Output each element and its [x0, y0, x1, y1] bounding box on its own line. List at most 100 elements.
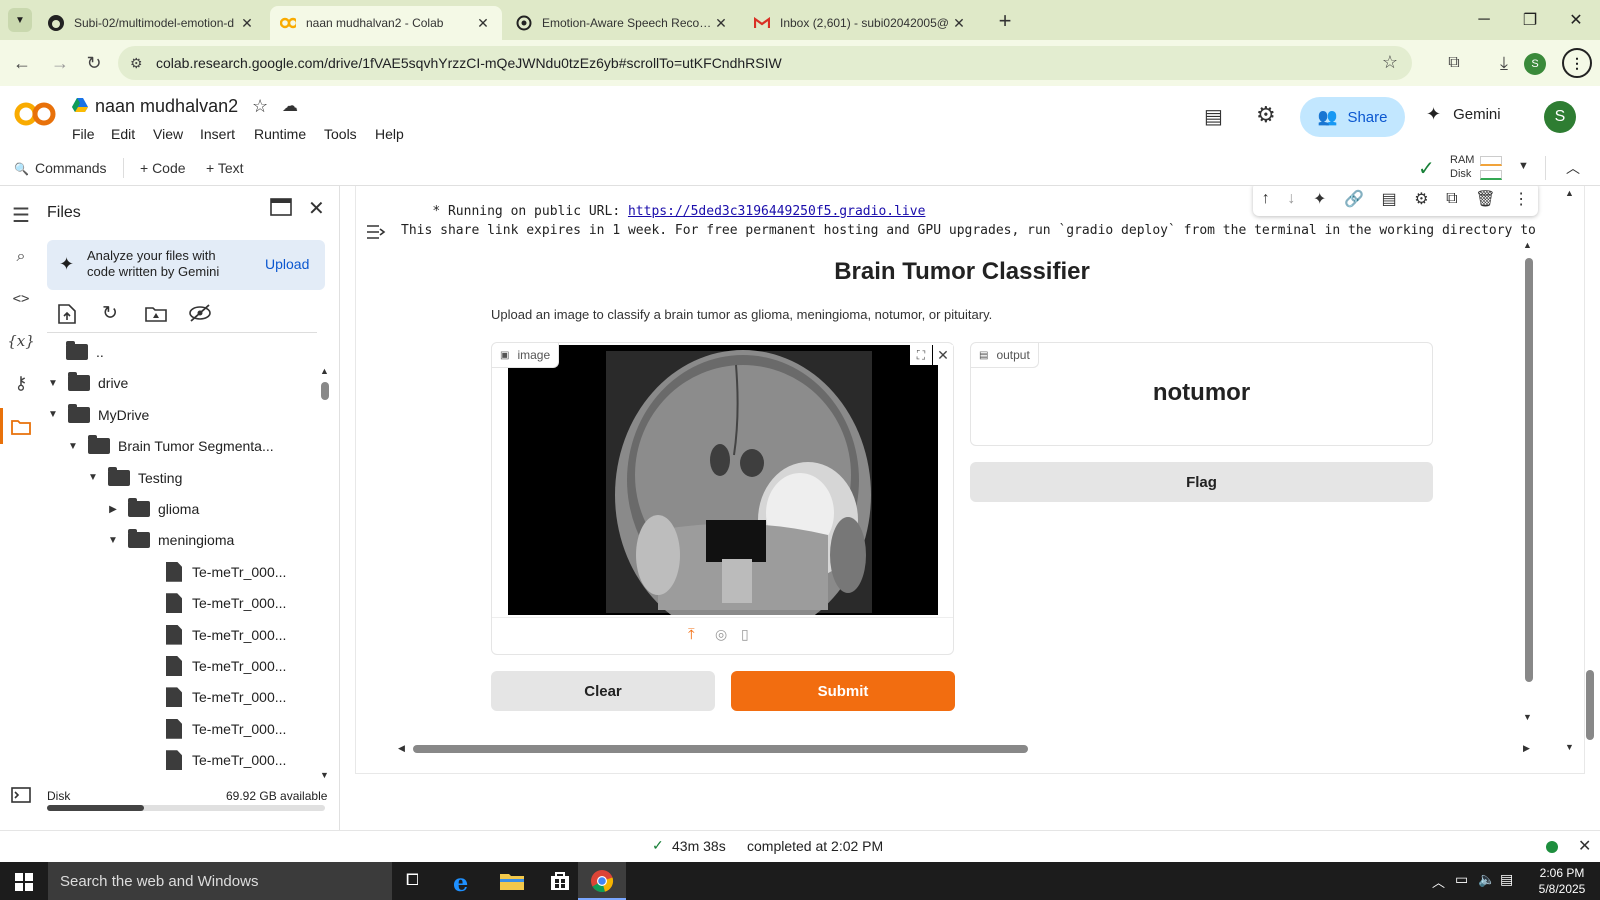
file-tree-file[interactable]: Te-meTr_000...	[166, 558, 286, 586]
table-of-contents-icon[interactable]: ☰	[8, 202, 34, 228]
file-tree-file[interactable]: Te-meTr_000...	[166, 652, 286, 680]
output-toggle-icon[interactable]	[366, 223, 386, 244]
site-info-icon[interactable]: ⚙	[130, 55, 143, 72]
download-icon[interactable]: ⤓	[1490, 49, 1518, 77]
browser-menu-icon[interactable]: ⋮	[1562, 48, 1592, 78]
resources-indicator[interactable]: RAM Disk	[1450, 154, 1502, 182]
output-scroll-right-icon[interactable]: ▶	[1523, 743, 1530, 754]
minimize-icon[interactable]: ─	[1462, 6, 1506, 34]
clear-button[interactable]: Clear	[491, 671, 715, 711]
variables-icon[interactable]: {x}	[7, 328, 35, 354]
close-tab-icon[interactable]: ✕	[474, 15, 492, 32]
menu-file[interactable]: File	[72, 126, 95, 142]
close-status-icon[interactable]: ✕	[1578, 836, 1591, 856]
file-tree-folder[interactable]: ..	[66, 338, 104, 366]
caret-right-icon[interactable]: ▶	[106, 504, 120, 515]
fullscreen-icon[interactable]: ⛶	[910, 345, 932, 365]
settings-gear-icon[interactable]: ⚙	[1414, 189, 1428, 209]
mount-drive-icon[interactable]	[145, 306, 167, 325]
comments-icon[interactable]: ▤	[1204, 104, 1223, 129]
flag-button[interactable]: Flag	[970, 462, 1433, 502]
upload-file-icon[interactable]	[58, 304, 76, 327]
extensions-icon[interactable]: ⧉	[1440, 49, 1468, 77]
output-scroll-up-icon[interactable]: ▲	[1523, 240, 1532, 250]
output-scroll-left-icon[interactable]: ◀	[398, 743, 405, 754]
browser-tab-emotion[interactable]: Emotion-Aware Speech Recogn ✕	[506, 6, 740, 40]
menu-help[interactable]: Help	[375, 126, 404, 142]
taskbar-search-box[interactable]: Search the web and Windows	[48, 862, 392, 900]
file-tree-folder[interactable]: ▶ glioma	[106, 495, 199, 523]
comment-icon[interactable]: ▤	[1382, 189, 1397, 209]
files-folder-icon[interactable]	[8, 414, 34, 440]
tray-chevron-icon[interactable]: ︿	[1432, 872, 1445, 891]
collapse-header-icon[interactable]: ︿	[1566, 158, 1580, 178]
store-icon[interactable]	[550, 871, 570, 894]
output-hscrollbar-thumb[interactable]	[413, 745, 1028, 753]
clock-time[interactable]: 2:06 PM	[1531, 866, 1593, 880]
webcam-source-icon[interactable]: ◎	[715, 626, 727, 643]
restore-icon[interactable]: ❐	[1508, 6, 1552, 34]
caret-down-icon[interactable]: ▼	[46, 378, 60, 389]
bookmark-star-icon[interactable]: ☆	[1382, 52, 1398, 73]
notebook-scroll-down-icon[interactable]: ▼	[1565, 742, 1574, 752]
menu-view[interactable]: View	[153, 126, 183, 142]
tab-search-button[interactable]: ▼	[8, 8, 32, 32]
volume-icon[interactable]: 🔈	[1478, 871, 1495, 888]
move-up-icon[interactable]: ↑	[1262, 190, 1270, 208]
clear-image-icon[interactable]: ✕	[933, 345, 953, 365]
gemini-button[interactable]: ✦ Gemini	[1426, 104, 1501, 125]
profile-avatar[interactable]: S	[1524, 53, 1546, 75]
reload-icon[interactable]: ↻	[80, 49, 108, 77]
more-options-icon[interactable]: ⋮	[1513, 189, 1529, 209]
notification-message-icon[interactable]: ▤	[1500, 871, 1513, 888]
account-avatar[interactable]: S	[1544, 101, 1576, 133]
star-icon[interactable]: ☆	[252, 96, 268, 117]
file-explorer-icon[interactable]	[500, 872, 524, 893]
network-icon[interactable]: ▭	[1455, 871, 1468, 888]
image-input-panel[interactable]: ▣ image ⛶ ✕ ⤒ ◎ ▯	[491, 342, 954, 655]
notebook-vscrollbar-thumb[interactable]	[1586, 670, 1594, 740]
output-scroll-down-icon[interactable]: ▼	[1523, 712, 1532, 722]
caret-down-icon[interactable]: ▼	[86, 472, 100, 483]
clipboard-source-icon[interactable]: ▯	[741, 626, 749, 643]
mirror-cell-icon[interactable]: ⧉	[1446, 190, 1457, 208]
caret-down-icon[interactable]: ▼	[106, 535, 120, 546]
close-panel-icon[interactable]: ✕	[308, 196, 325, 221]
menu-insert[interactable]: Insert	[200, 126, 235, 142]
chrome-taskbar-item[interactable]	[578, 862, 626, 900]
close-tab-icon[interactable]: ✕	[950, 15, 968, 32]
menu-edit[interactable]: Edit	[111, 126, 135, 142]
browser-tab-gmail[interactable]: Inbox (2,601) - subi02042005@ ✕	[744, 6, 978, 40]
link-icon[interactable]: 🔗	[1344, 189, 1364, 209]
close-tab-icon[interactable]: ✕	[238, 15, 256, 32]
new-tab-button[interactable]: +	[992, 8, 1018, 34]
upload-source-icon[interactable]: ⤒	[688, 626, 695, 643]
menu-tools[interactable]: Tools	[324, 126, 357, 142]
file-tree-folder[interactable]: ▼ drive	[46, 369, 128, 397]
settings-gear-icon[interactable]: ⚙	[1256, 102, 1276, 128]
file-tree-file[interactable]: Te-meTr_000...	[166, 589, 286, 617]
clock-date[interactable]: 5/8/2025	[1531, 882, 1593, 896]
file-tree-file[interactable]: Te-meTr_000...	[166, 746, 286, 774]
file-tree-file[interactable]: Te-meTr_000...	[166, 621, 286, 649]
back-icon[interactable]: ←	[8, 49, 36, 77]
public-url-link[interactable]: https://5ded3c3196449250f5.gradio.live	[628, 204, 925, 219]
add-code-button[interactable]: + Code	[140, 160, 186, 176]
address-bar[interactable]: ⚙ colab.research.google.com/drive/1fVAE5…	[118, 46, 1412, 80]
forward-icon[interactable]: →	[46, 49, 74, 77]
refresh-icon[interactable]: ↻	[102, 302, 118, 325]
submit-button[interactable]: Submit	[731, 671, 955, 711]
tree-scroll-down-icon[interactable]: ▼	[320, 770, 329, 780]
file-tree-file[interactable]: Te-meTr_000...	[166, 715, 286, 743]
file-tree-folder[interactable]: ▼ meningioma	[106, 526, 234, 554]
delete-icon[interactable]: 🗑	[1475, 189, 1495, 209]
notebook-title[interactable]: naan mudhalvan2	[95, 96, 238, 117]
file-tree-file[interactable]: Te-meTr_000...	[166, 683, 286, 711]
terminal-icon[interactable]	[8, 782, 34, 808]
browser-tab-github[interactable]: Subi-02/multimodel-emotion-d ✕	[38, 6, 266, 40]
share-button[interactable]: 👥 Share	[1300, 97, 1405, 137]
close-tab-icon[interactable]: ✕	[712, 15, 730, 32]
file-tree-folder[interactable]: ▼ MyDrive	[46, 401, 149, 429]
colab-logo[interactable]	[14, 100, 56, 131]
notebook-scroll-up-icon[interactable]: ▲	[1565, 188, 1574, 198]
